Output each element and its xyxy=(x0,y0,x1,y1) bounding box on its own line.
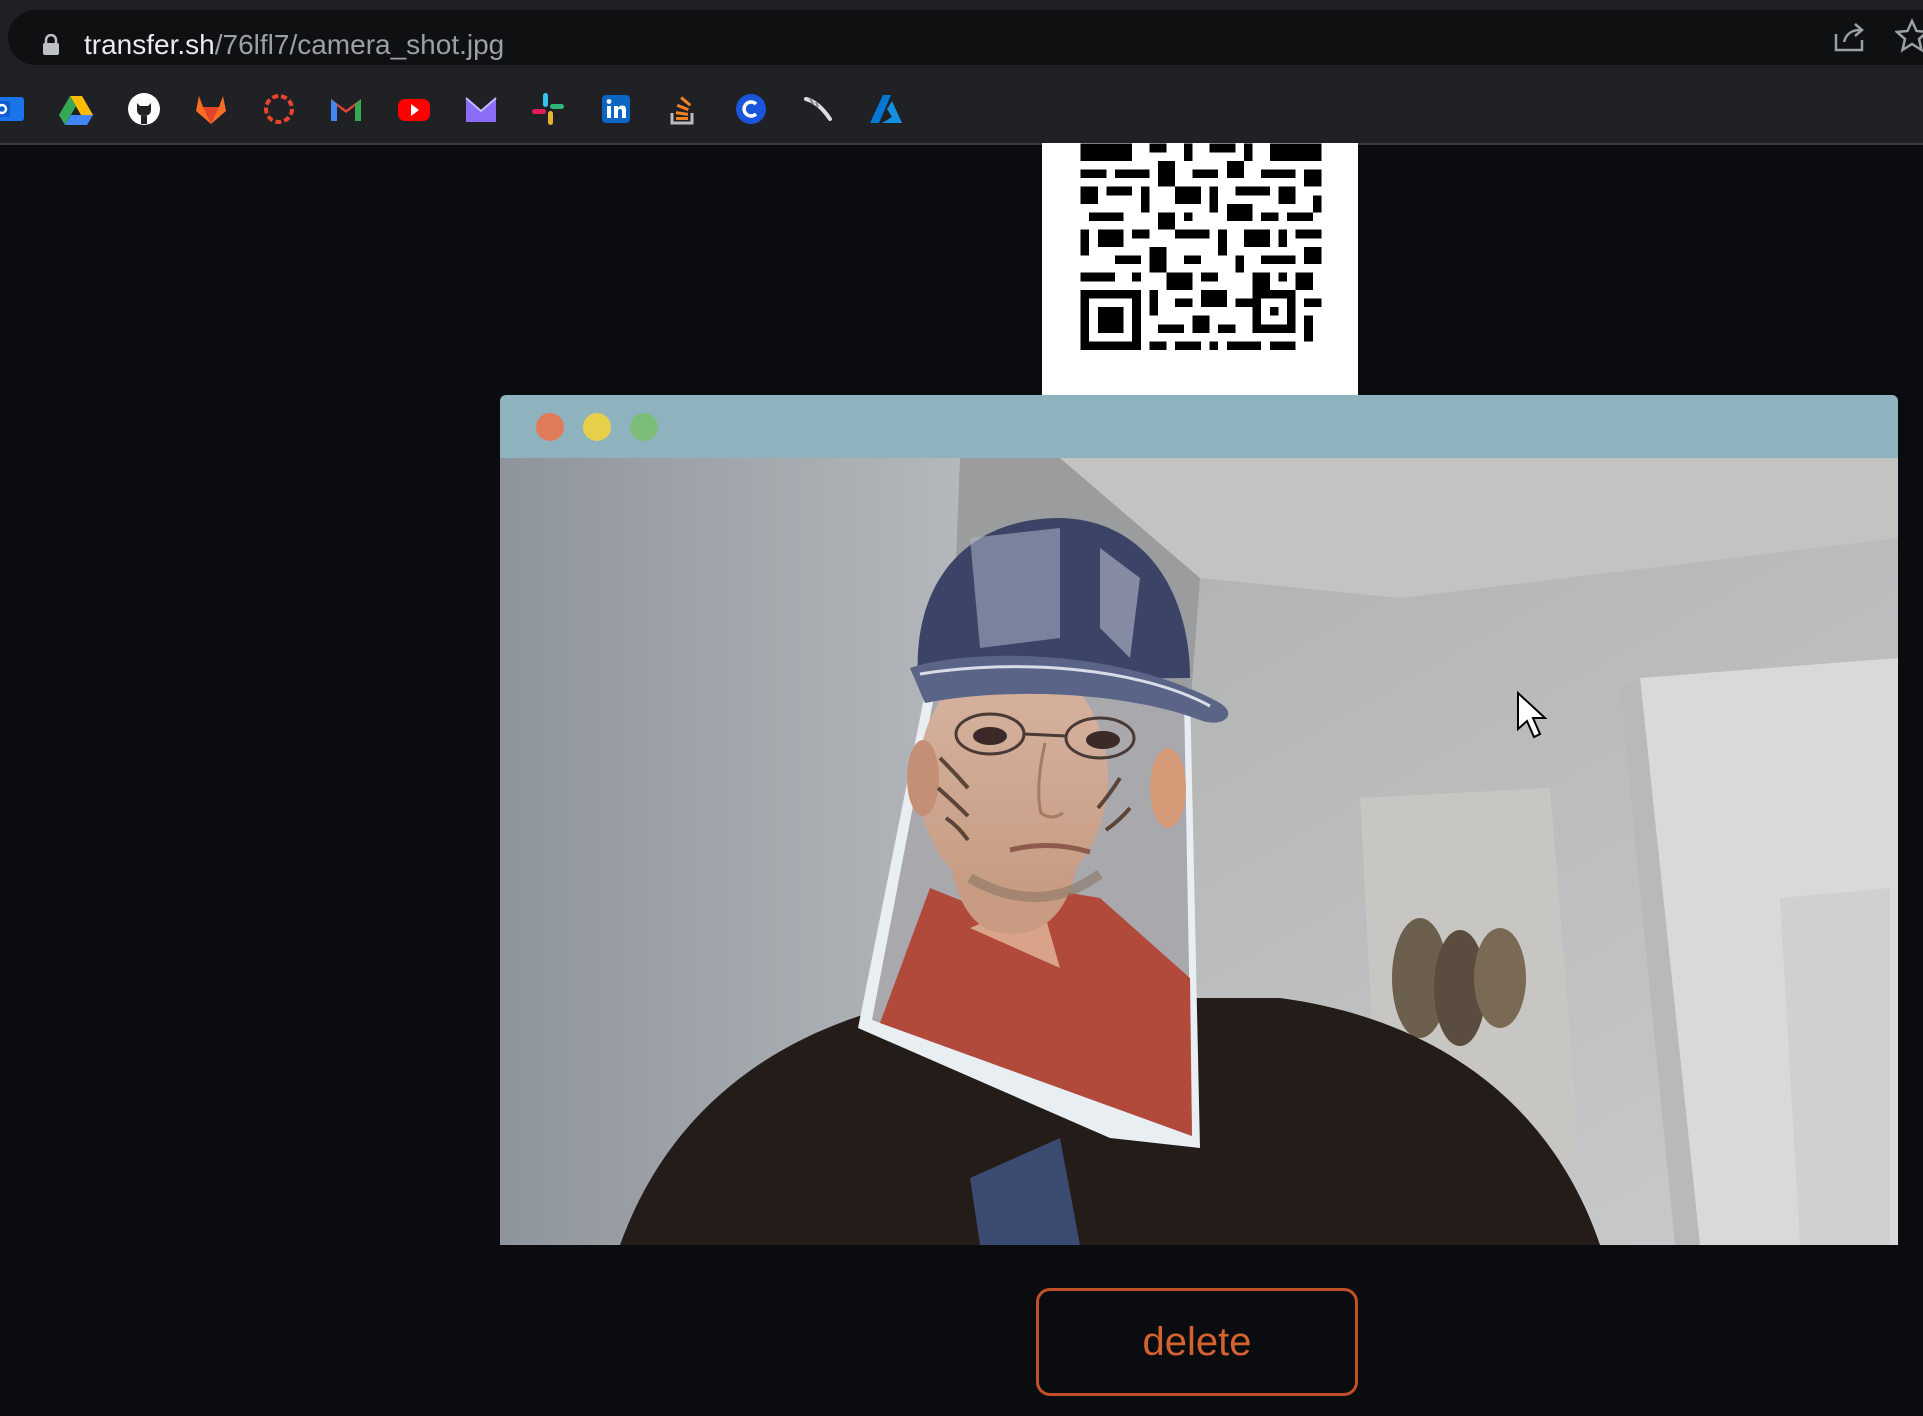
photo-window-titlebar xyxy=(500,395,1898,458)
address-bar[interactable]: transfer.sh/76lfl7/camera_shot.jpg xyxy=(8,10,1923,65)
qr-code xyxy=(1042,143,1358,395)
camera-shot-image xyxy=(500,458,1898,1245)
url-text[interactable]: transfer.sh/76lfl7/camera_shot.jpg xyxy=(84,28,504,62)
stackoverflow-icon[interactable] xyxy=(665,91,701,127)
azure-icon[interactable] xyxy=(868,91,904,127)
outlook-icon[interactable] xyxy=(0,91,30,127)
c-circle-icon[interactable] xyxy=(733,91,769,127)
browser-toolbar: transfer.sh/76lfl7/camera_shot.jpg xyxy=(0,0,1923,75)
star-icon[interactable] xyxy=(1895,18,1923,54)
gitlab-icon[interactable] xyxy=(193,91,229,127)
proton-mail-icon[interactable] xyxy=(463,91,499,127)
circle-ring-icon[interactable] xyxy=(261,91,297,127)
youtube-icon[interactable] xyxy=(396,91,432,127)
google-drive-icon[interactable] xyxy=(58,91,94,127)
photo-window xyxy=(500,395,1898,1245)
qr-code-icon xyxy=(1072,143,1330,368)
window-minimize-dot xyxy=(583,413,611,441)
delete-button[interactable]: delete xyxy=(1036,1288,1358,1396)
github-icon[interactable] xyxy=(126,91,162,127)
bookmarks-bar xyxy=(0,75,1923,145)
share-icon[interactable] xyxy=(1832,20,1868,54)
window-maximize-dot xyxy=(630,413,658,441)
url-host: transfer.sh xyxy=(84,29,215,60)
gmail-icon[interactable] xyxy=(328,91,364,127)
linkedin-icon[interactable] xyxy=(598,91,634,127)
lock-icon xyxy=(43,34,59,55)
slack-icon[interactable] xyxy=(530,91,566,127)
feather-icon[interactable] xyxy=(800,91,836,127)
window-close-dot xyxy=(536,413,564,441)
url-path: /76lfl7/camera_shot.jpg xyxy=(214,29,505,60)
